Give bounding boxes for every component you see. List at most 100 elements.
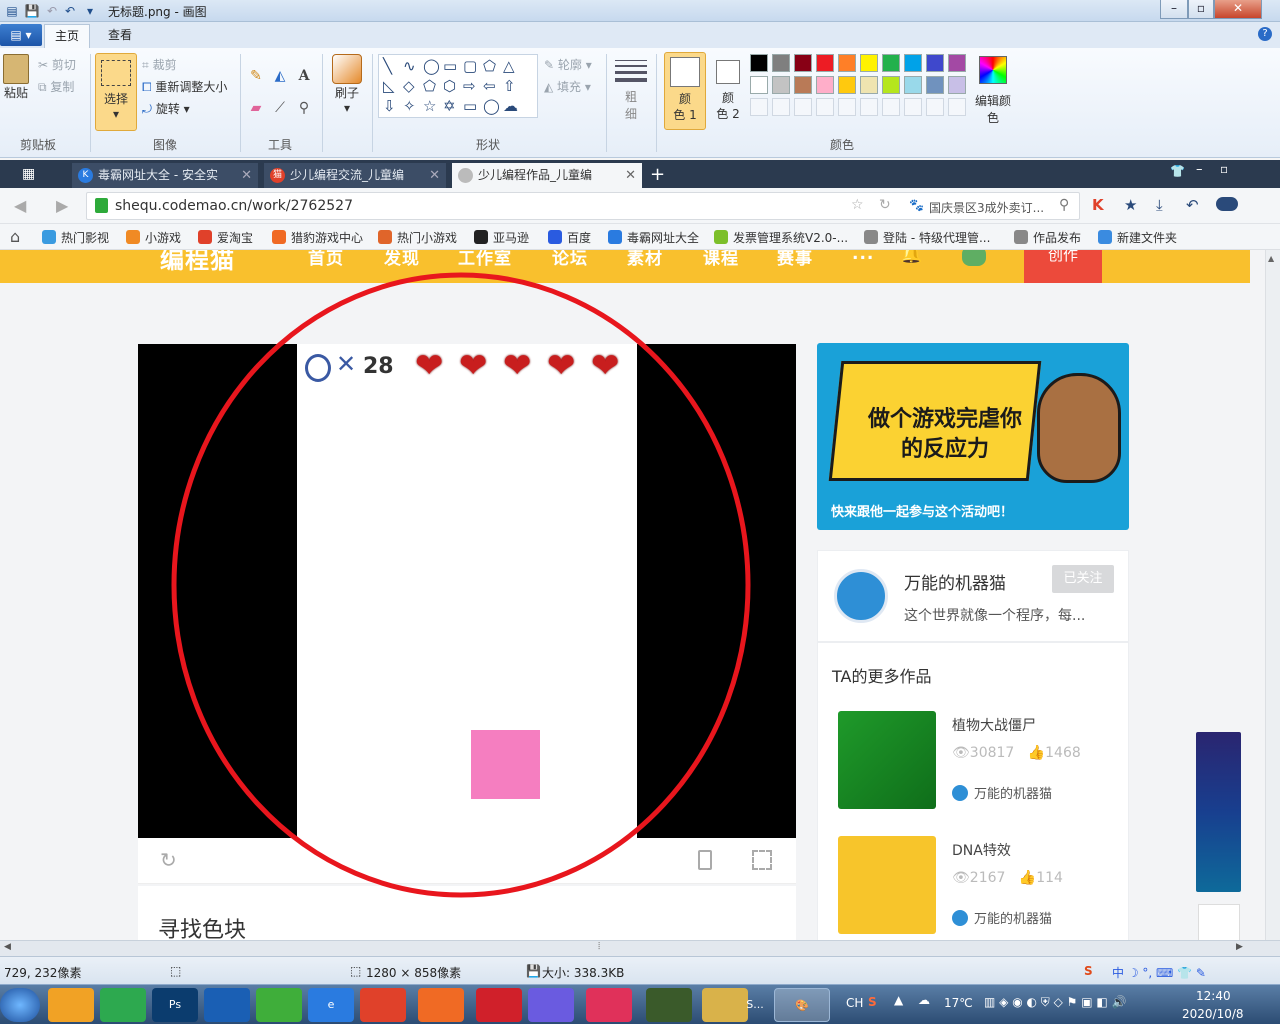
- scroll-up-icon[interactable]: ▲: [1268, 254, 1278, 264]
- nav-contests[interactable]: 赛事: [777, 250, 813, 269]
- shapes-gallery[interactable]: ╲ ∿ ◯ ▭ ▢ ⬠ △ ◺ ◇ ⬠ ⬡ ⇨ ⇦ ⇧ ⇩ ✧ ☆ ✡ ▭ ◯ ☁: [378, 54, 538, 118]
- ime-logo-icon[interactable]: S: [1084, 964, 1093, 978]
- horizontal-scrollbar[interactable]: ◀ ⦙ ▶: [0, 940, 1280, 956]
- bookmark-item[interactable]: 新建文件夹: [1098, 229, 1177, 246]
- bookmark-item[interactable]: 小游戏: [126, 229, 181, 246]
- color-swatch[interactable]: [838, 76, 856, 94]
- back-icon[interactable]: ◀: [14, 196, 26, 215]
- bookmark-item[interactable]: 亚马逊: [474, 229, 529, 246]
- scroll-right-icon[interactable]: ▶: [1236, 942, 1243, 952]
- mobile-icon[interactable]: [698, 850, 712, 870]
- work-author[interactable]: 万能的机器猫: [952, 783, 1052, 802]
- user-avatar[interactable]: [962, 250, 986, 266]
- tab-view[interactable]: 查看: [98, 24, 142, 48]
- work-thumbnail[interactable]: [838, 836, 936, 934]
- taskbar-app-icon[interactable]: [204, 988, 250, 1022]
- paste-button[interactable]: 粘贴: [0, 54, 32, 101]
- pencil-icon[interactable]: ✎: [246, 66, 266, 86]
- shirt-icon[interactable]: 👕: [1170, 164, 1185, 178]
- grid-menu-icon[interactable]: ▦: [22, 166, 38, 182]
- bookmark-item[interactable]: 作品发布: [1014, 229, 1081, 246]
- nav-forum[interactable]: 论坛: [552, 250, 588, 269]
- color-swatch[interactable]: [882, 54, 900, 72]
- tab-home[interactable]: 主页: [44, 24, 91, 48]
- bookmark-item[interactable]: 登陆 - 特级代理管...: [864, 229, 990, 246]
- cut-button[interactable]: ✂ 剪切: [38, 56, 76, 73]
- search-hint[interactable]: 国庆景区3成外卖订...: [929, 199, 1044, 216]
- media-player-icon[interactable]: [256, 988, 302, 1022]
- undo-close-icon[interactable]: ↶: [1186, 196, 1199, 214]
- rotate-button[interactable]: ⤾ 旋转 ▾: [142, 100, 190, 117]
- color-swatch[interactable]: [860, 54, 878, 72]
- color-swatch[interactable]: [816, 54, 834, 72]
- color-swatch[interactable]: [794, 54, 812, 72]
- app-icon[interactable]: ▤: [4, 3, 20, 19]
- outline-button[interactable]: ✎ 轮廓 ▾: [544, 56, 592, 73]
- taskbar-item[interactable]: S...: [738, 988, 772, 1022]
- bookmark-item[interactable]: 猎豹游戏中心: [272, 229, 363, 246]
- color-swatch[interactable]: [904, 98, 922, 116]
- photoshop-icon[interactable]: Ps: [152, 988, 198, 1022]
- start-button[interactable]: [0, 988, 40, 1022]
- browser-tab-active[interactable]: 少儿编程作品_儿童编 ✕: [452, 163, 642, 188]
- restore-icon[interactable]: ▫: [1220, 162, 1228, 176]
- target-color-block[interactable]: [471, 730, 540, 799]
- color-swatch[interactable]: [772, 98, 790, 116]
- nav-discover[interactable]: 发现: [384, 250, 420, 269]
- copy-button[interactable]: ⧉ 复制: [38, 78, 74, 95]
- game-stage[interactable]: ✕ 28 ❤ ❤ ❤ ❤ ❤: [138, 344, 796, 838]
- download-icon[interactable]: ⤓: [1156, 196, 1163, 214]
- minimize-button[interactable]: –: [1160, 0, 1188, 19]
- nav-more[interactable]: ...: [852, 250, 874, 264]
- taskbar-app-icon[interactable]: [48, 988, 94, 1022]
- gamepad-icon[interactable]: [1216, 197, 1238, 211]
- bookmark-item[interactable]: 爱淘宝: [198, 229, 253, 246]
- color-swatch[interactable]: [948, 54, 966, 72]
- tray-expand-icon[interactable]: ▲: [894, 993, 903, 1007]
- browser-tab[interactable]: 猫少儿编程交流_儿童编 ✕: [264, 163, 446, 188]
- follow-button[interactable]: 已关注: [1052, 565, 1114, 593]
- taskbar-app-icon[interactable]: [360, 988, 406, 1022]
- color-swatch[interactable]: [750, 54, 768, 72]
- color-swatch[interactable]: [926, 98, 944, 116]
- side-ad[interactable]: [1196, 732, 1241, 892]
- color-swatch[interactable]: [904, 54, 922, 72]
- game-canvas[interactable]: ✕ 28 ❤ ❤ ❤ ❤ ❤: [297, 344, 637, 838]
- k-logo-icon[interactable]: K: [1092, 196, 1104, 214]
- star-icon[interactable]: ☆: [851, 197, 864, 213]
- search-icon[interactable]: ⚲: [1059, 197, 1069, 213]
- color-swatch[interactable]: [860, 76, 878, 94]
- bell-icon[interactable]: 🔔: [900, 250, 922, 265]
- author-name[interactable]: 万能的机器猫: [904, 569, 1006, 594]
- color-swatch[interactable]: [926, 54, 944, 72]
- fullscreen-icon[interactable]: [752, 850, 772, 870]
- work-name[interactable]: 植物大战僵尸: [952, 715, 1036, 735]
- text-tool-icon[interactable]: A: [294, 66, 314, 86]
- undo-icon[interactable]: ↶: [62, 3, 78, 19]
- create-button[interactable]: 创作: [1024, 250, 1102, 283]
- work-name[interactable]: DNA特效: [952, 840, 1011, 860]
- home-icon[interactable]: ⌂: [10, 227, 20, 246]
- color1-button[interactable]: 颜 色 1: [664, 52, 706, 130]
- magnifier-icon[interactable]: ⚲: [294, 98, 314, 118]
- color-swatch[interactable]: [882, 98, 900, 116]
- color-picker-icon[interactable]: ⟋: [270, 98, 290, 118]
- bookmark-item[interactable]: 毒霸网址大全: [608, 229, 699, 246]
- ie-icon[interactable]: e: [308, 988, 354, 1022]
- save-icon[interactable]: 💾: [24, 3, 40, 19]
- fill-button[interactable]: ◭ 填充 ▾: [544, 78, 591, 95]
- author-avatar[interactable]: [834, 569, 888, 623]
- site-logo[interactable]: 编程猫: [160, 250, 235, 275]
- bookmark-item[interactable]: 百度: [548, 229, 591, 246]
- close-button[interactable]: ✕: [1214, 0, 1262, 19]
- size-button[interactable]: 粗 细: [612, 54, 650, 122]
- color-swatch[interactable]: [926, 76, 944, 94]
- taskbar-app-icon[interactable]: [528, 988, 574, 1022]
- bookmark-item[interactable]: 热门小游戏: [378, 229, 457, 246]
- nav-materials[interactable]: 素材: [627, 250, 663, 269]
- minimize-icon[interactable]: –: [1196, 162, 1203, 177]
- list-item[interactable]: 植物大战僵尸 👁30817 👍1468 万能的机器猫: [838, 711, 1118, 811]
- browser-tab[interactable]: K 毒霸网址大全 - 安全实 ✕: [72, 163, 258, 188]
- color-swatch[interactable]: [904, 76, 922, 94]
- brush-button[interactable]: 刷子 ▾: [328, 54, 366, 115]
